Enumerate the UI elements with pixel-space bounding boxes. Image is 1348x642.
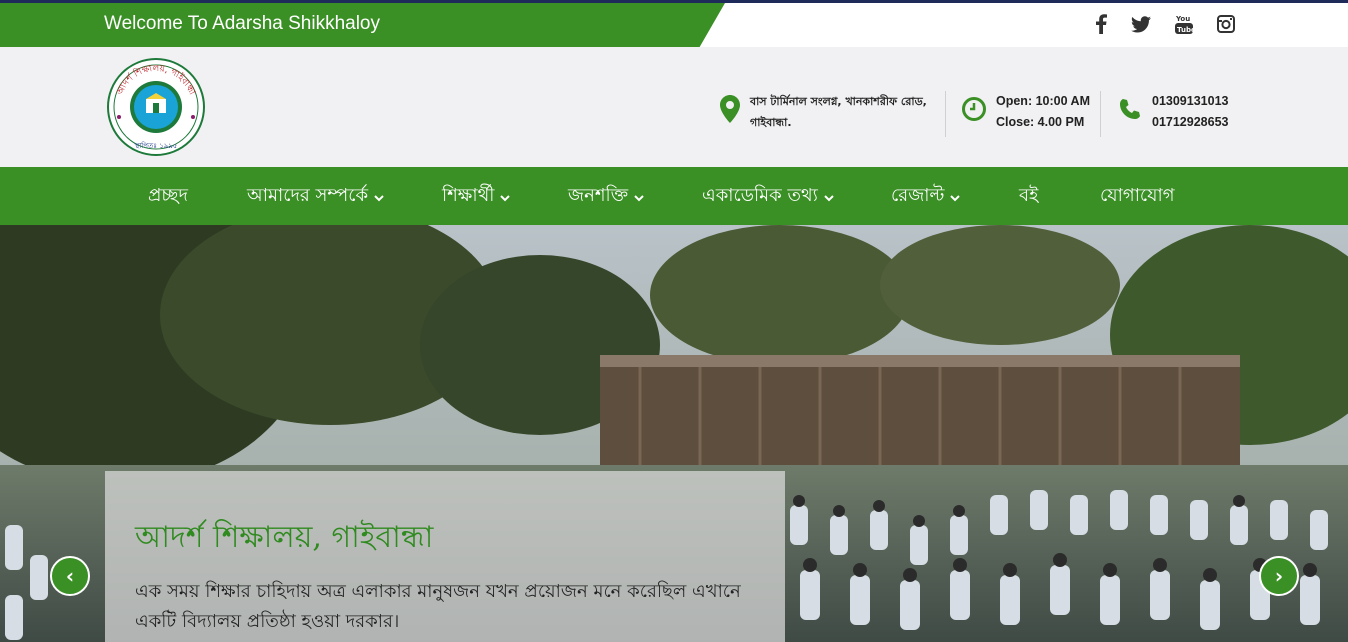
close-time: Close: 4.00 PM [996,115,1085,129]
chevron-down-icon [500,186,511,207]
welcome-banner: Welcome To Adarsha Shikkhaloy [0,3,725,47]
nav-item-label: বই [1019,184,1039,206]
svg-text:Tube: Tube [1177,26,1193,34]
address-line-2: গাইবান্ধা. [750,116,792,129]
phone-number-2[interactable]: 01712928653 [1152,112,1228,133]
nav-item-label: শিক্ষার্থী [442,184,495,206]
slide-title: আদর্শ শিক্ষালয়, গাইবান্ধা [135,520,434,555]
page: Welcome To Adarsha Shikkhaloy You Tube [0,0,1348,642]
slider-prev-button[interactable]: ‹ [50,556,90,596]
site-header: আদর্শ শিক্ষালয়, গাইবান্ধা স্থাপিতঃ ১৯৯৫… [0,47,1348,167]
nav-item-home[interactable]: প্রচ্ছদ [148,167,188,225]
address-block: বাস টার্মিনাল সংলগ্ন, খানকাশরীফ রোড, গাই… [720,91,927,133]
header-divider [945,91,946,137]
slide-text: এক সময় শিক্ষার চাহিদায় অত্র এলাকার মান… [135,581,741,632]
svg-text:You: You [1175,15,1190,23]
nav-item-contact[interactable]: যোগাযোগ [1100,167,1175,225]
nav-item-academic[interactable]: একাডেমিক তথ্য [702,167,834,225]
slide-caption: আদর্শ শিক্ষালয়, গাইবান্ধা এক সময় শিক্ষ… [105,471,785,642]
school-logo[interactable]: আদর্শ শিক্ষালয়, গাইবান্ধা স্থাপিতঃ ১৯৯৫ [106,57,206,157]
nav-item-books[interactable]: বই [1019,167,1038,225]
chevron-left-icon: ‹ [65,564,75,588]
chevron-down-icon [374,186,384,207]
slider-next-button[interactable]: › [1259,556,1299,596]
phone-block: 01309131013 01712928653 [1118,91,1228,133]
address-line-1: বাস টার্মিনাল সংলগ্ন, খানকাশরীফ রোড, [750,95,927,108]
hours-block: Open: 10:00 AM Close: 4.00 PM [962,91,1090,133]
nav-item-result[interactable]: রেজাল্ট [891,167,961,225]
open-time: Open: 10:00 AM [996,94,1091,108]
hero-slider: আদর্শ শিক্ষালয়, গাইবান্ধা এক সময় শিক্ষ… [0,225,1348,642]
nav-item-label: রেজাল্ট [891,184,945,206]
youtube-icon[interactable]: You Tube [1172,12,1196,36]
instagram-icon[interactable] [1214,12,1238,36]
phone-icon [1118,97,1142,128]
welcome-text: Welcome To Adarsha Shikkhaloy [104,13,381,34]
facebook-icon[interactable] [1089,12,1113,36]
nav-item-students[interactable]: শিক্ষার্থী [442,167,511,225]
chevron-down-icon [824,186,834,207]
phone-number-1[interactable]: 01309131013 [1152,91,1228,112]
logo-established: স্থাপিতঃ ১৯৯৫ [134,142,178,150]
nav-item-about[interactable]: আমাদের সম্পর্কে [247,167,384,225]
nav-item-label: আমাদের সম্পর্কে [247,184,369,206]
nav-item-label: প্রচ্ছদ [148,184,188,206]
chevron-down-icon [950,186,961,207]
clock-icon [962,96,986,128]
top-bar: Welcome To Adarsha Shikkhaloy You Tube [0,0,1348,47]
nav-item-label: যোগাযোগ [1100,184,1175,206]
nav-item-label: একাডেমিক তথ্য [702,184,818,206]
chevron-right-icon: › [1274,564,1284,588]
header-divider [1100,91,1101,137]
map-marker-icon [720,94,740,130]
chevron-down-icon [634,186,644,207]
twitter-icon[interactable] [1129,12,1153,36]
nav-item-label: জনশক্তি [568,184,629,206]
nav-item-staff[interactable]: জনশক্তি [568,167,644,225]
main-nav: প্রচ্ছদ আমাদের সম্পর্কে শিক্ষার্থী জনশক্… [0,167,1348,225]
